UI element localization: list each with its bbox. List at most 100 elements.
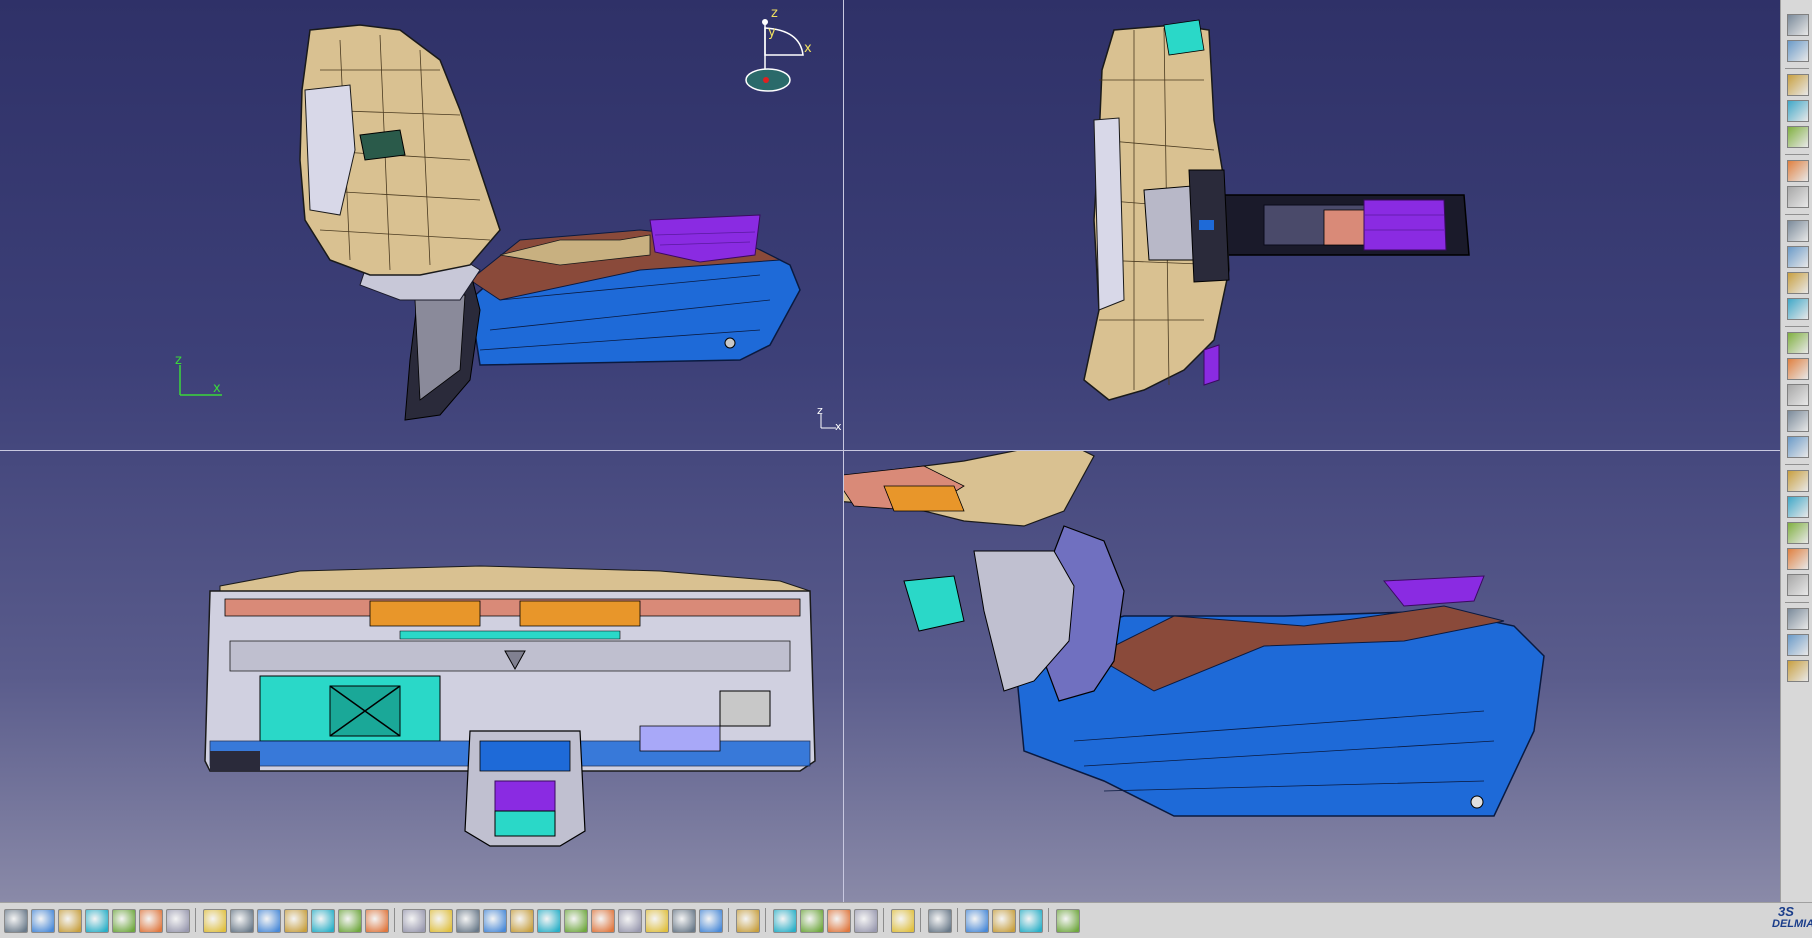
zoom-out-icon[interactable]	[537, 909, 561, 933]
assembly-icon[interactable]	[1787, 410, 1809, 432]
gear-icon[interactable]	[1787, 246, 1809, 268]
gear-icon[interactable]	[1787, 470, 1809, 492]
axis-z-label: z	[175, 353, 182, 368]
palette-icon[interactable]	[1019, 909, 1043, 933]
hide-show-icon[interactable]	[672, 909, 696, 933]
3d-viewport[interactable]: z x z y x z x	[0, 0, 1780, 902]
cut-icon[interactable]	[31, 909, 55, 933]
gear-icon[interactable]	[1787, 100, 1809, 122]
paste-icon[interactable]	[85, 909, 109, 933]
swap-space-icon[interactable]	[699, 909, 723, 933]
toolbar-separator	[1785, 154, 1809, 155]
front-model-view[interactable]	[0, 451, 843, 902]
swap-icon[interactable]	[1787, 332, 1809, 354]
undo-icon[interactable]	[112, 909, 136, 933]
copy-icon[interactable]	[58, 909, 82, 933]
light-icon[interactable]	[257, 909, 281, 933]
normal-view-icon[interactable]	[564, 909, 588, 933]
link-icon[interactable]	[1787, 522, 1809, 544]
render-icon[interactable]	[992, 909, 1016, 933]
axis-indicator: z x	[175, 353, 222, 396]
shading-icon[interactable]	[645, 909, 669, 933]
assembly-icon[interactable]	[1787, 608, 1809, 630]
distance-icon[interactable]	[800, 909, 824, 933]
toolbar-separator	[1785, 68, 1809, 69]
text-icon[interactable]	[1787, 384, 1809, 406]
tree-icon[interactable]	[311, 909, 335, 933]
camera-icon[interactable]	[736, 909, 760, 933]
zoom-in-icon[interactable]	[510, 909, 534, 933]
corner-axis-x-label: x	[835, 420, 842, 433]
isometric-model-view[interactable]: z x z y x z x	[0, 0, 843, 450]
grid-icon[interactable]	[1056, 909, 1080, 933]
assembly-icon[interactable]	[1787, 574, 1809, 596]
rotate-icon[interactable]	[483, 909, 507, 933]
bottle-icon[interactable]	[854, 909, 878, 933]
viewport-pane-top-left[interactable]: z x z y x z x	[0, 0, 843, 450]
fit-all-icon[interactable]	[429, 909, 453, 933]
toolbar-separator	[1785, 326, 1809, 327]
measure-icon[interactable]	[773, 909, 797, 933]
pan-icon[interactable]	[456, 909, 480, 933]
link-icon[interactable]	[1787, 496, 1809, 518]
logo-brand-text: DELMIA	[1772, 918, 1812, 930]
corner-axis-z-label: z	[817, 404, 823, 417]
assembly-icon[interactable]	[1787, 634, 1809, 656]
gear-icon[interactable]	[1787, 74, 1809, 96]
logo-ds-text: 3S	[1778, 904, 1794, 919]
lock-icon[interactable]	[338, 909, 362, 933]
corner-axis-indicator: z x	[817, 404, 842, 433]
side-model-view[interactable]	[844, 451, 1780, 902]
arrow-right-icon[interactable]	[1787, 298, 1809, 320]
toolbar-separator	[1785, 602, 1809, 603]
list-icon[interactable]	[365, 909, 389, 933]
toolbar-separator	[920, 908, 921, 932]
viewport-pane-bottom-left[interactable]	[0, 451, 843, 902]
viewport-splitter-vertical[interactable]	[843, 0, 844, 902]
compass-z-label: z	[771, 6, 778, 21]
toolbar-separator	[394, 908, 395, 932]
spiral-icon[interactable]	[891, 909, 915, 933]
axis-x-label: x	[213, 381, 221, 396]
formula-icon[interactable]	[203, 909, 227, 933]
layer-icon[interactable]	[928, 909, 952, 933]
right-toolbar	[1780, 0, 1812, 902]
material-icon[interactable]	[965, 909, 989, 933]
toolbar-separator	[728, 908, 729, 932]
file-gear-icon[interactable]	[1787, 40, 1809, 62]
table-icon[interactable]	[284, 909, 308, 933]
clash-icon[interactable]	[827, 909, 851, 933]
gear-icon[interactable]	[1787, 220, 1809, 242]
cube-icon[interactable]	[618, 909, 642, 933]
bottom-toolbar	[0, 902, 1812, 938]
select-icon[interactable]	[402, 909, 426, 933]
grid-gear-icon[interactable]	[1787, 186, 1809, 208]
gear-icon[interactable]	[1787, 126, 1809, 148]
toolbar-separator	[195, 908, 196, 932]
toolbar-separator	[957, 908, 958, 932]
toolbar-separator	[1785, 214, 1809, 215]
toolbar-separator	[765, 908, 766, 932]
assembly-icon[interactable]	[1787, 436, 1809, 458]
viewport-pane-bottom-right[interactable]	[844, 451, 1780, 902]
help-icon[interactable]	[166, 909, 190, 933]
toolbar-separator	[1785, 464, 1809, 465]
viewport-pane-top-right[interactable]	[844, 0, 1780, 450]
quick-view-icon[interactable]	[591, 909, 615, 933]
compass-y-label: y	[768, 25, 776, 40]
catalog-icon[interactable]	[1787, 358, 1809, 380]
compass-widget[interactable]: z y x	[745, 6, 812, 92]
toolbar-separator	[883, 908, 884, 932]
top-model-view[interactable]	[844, 0, 1780, 450]
compass-x-label: x	[804, 41, 812, 56]
link-icon[interactable]	[1787, 548, 1809, 570]
viewport-splitter-horizontal[interactable]	[0, 450, 1780, 451]
redo-icon[interactable]	[139, 909, 163, 933]
assembly-icon[interactable]	[1787, 660, 1809, 682]
comment-icon[interactable]	[230, 909, 254, 933]
settings-icon[interactable]	[1787, 14, 1809, 36]
gear-icon[interactable]	[1787, 272, 1809, 294]
print-icon[interactable]	[4, 909, 28, 933]
cursor-icon[interactable]	[1787, 160, 1809, 182]
toolbar-separator	[1048, 908, 1049, 932]
